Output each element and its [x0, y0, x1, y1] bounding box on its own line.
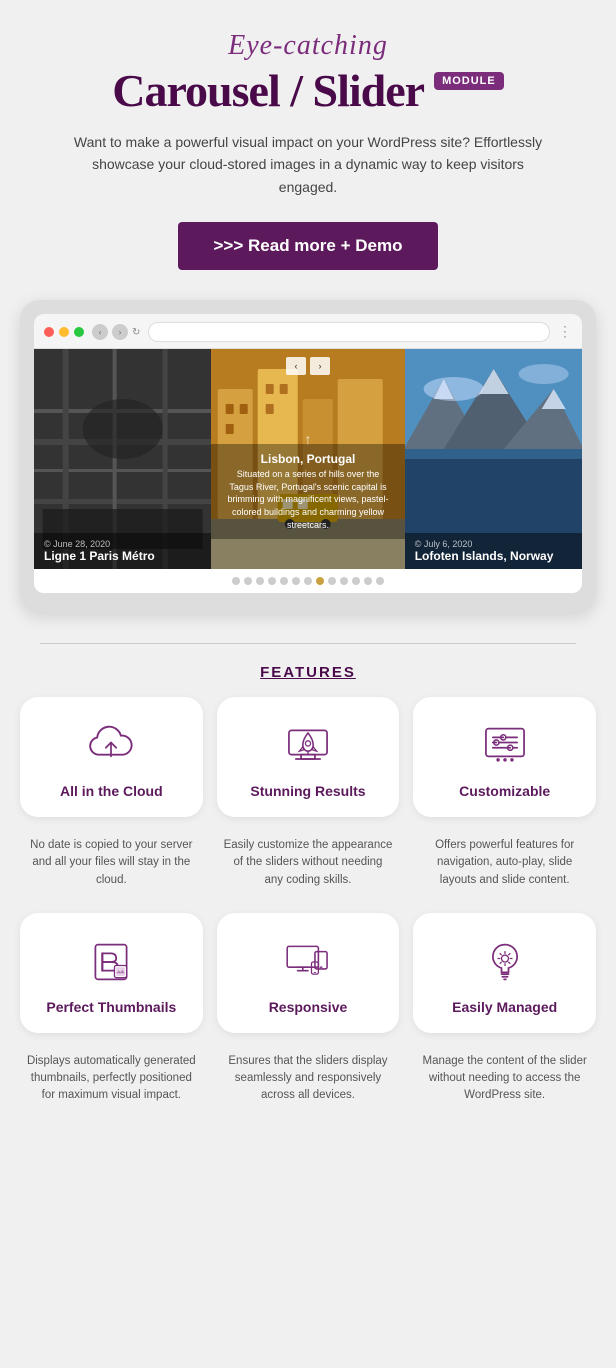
browser-mockup: ‹ › ↻ ⋮ ‹ › [20, 300, 596, 613]
feature-label-stunning: Stunning Results [250, 783, 365, 799]
desc-customizable: Offers powerful features for navigation,… [420, 837, 590, 889]
dot-7[interactable] [304, 577, 312, 585]
slide-up-arrow: ↑ [305, 433, 312, 449]
feature-card-responsive: Responsive [217, 913, 400, 1033]
address-bar[interactable] [148, 322, 550, 342]
forward-arrow[interactable]: › [112, 324, 128, 340]
browser-dots [44, 327, 84, 337]
desc-responsive: Ensures that the sliders display seamles… [223, 1053, 393, 1105]
dot-green [74, 327, 84, 337]
features-desc-row-1: No date is copied to your server and all… [20, 837, 596, 889]
desc-managed: Manage the content of the slider without… [420, 1053, 590, 1105]
module-badge: MODULE [434, 72, 504, 90]
dot-4[interactable] [268, 577, 276, 585]
back-arrow[interactable]: ‹ [92, 324, 108, 340]
cloud-icon [84, 719, 138, 773]
slider-container: ‹ › [34, 349, 582, 569]
refresh-icon[interactable]: ↻ [132, 327, 140, 338]
features-title: FEATURES [20, 664, 596, 681]
slider-nav-arrows: ‹ › [286, 357, 330, 375]
dot-9[interactable] [328, 577, 336, 585]
dot-13[interactable] [376, 577, 384, 585]
header-section: Eye-catching Carousel / Slider MODULE Wa… [20, 30, 596, 300]
slide-3: © July 6, 2020 Lofoten Islands, Norway [405, 349, 582, 569]
features-section: FEATURES All in the Cloud [20, 643, 596, 1105]
feature-label-customizable: Customizable [459, 783, 550, 799]
desc-cloud: No date is copied to your server and all… [26, 837, 196, 889]
dot-6[interactable] [292, 577, 300, 585]
feature-label-managed: Easily Managed [452, 999, 557, 1015]
header-description: Want to make a powerful visual impact on… [68, 131, 548, 198]
dot-yellow [59, 327, 69, 337]
features-grid-top: All in the Cloud [20, 697, 596, 817]
main-title: Carousel / Slider [112, 64, 424, 117]
slider-dots [34, 569, 582, 593]
dot-8[interactable] [316, 577, 324, 585]
browser-nav: ‹ › ↻ [92, 324, 140, 340]
dot-1[interactable] [232, 577, 240, 585]
slide-1: © June 28, 2020 Ligne 1 Paris Métro [34, 349, 211, 569]
dot-3[interactable] [256, 577, 264, 585]
slide-3-caption: © July 6, 2020 Lofoten Islands, Norway [405, 533, 582, 569]
feature-label-responsive: Responsive [269, 999, 348, 1015]
feature-card-thumbnails: Perfect Thumbnails [20, 913, 203, 1033]
features-desc-row-2: Displays automatically generated thumbna… [20, 1053, 596, 1105]
slider-prev-btn[interactable]: ‹ [286, 357, 306, 375]
slide-2-caption: Lisbon, Portugal Situated on a series of… [211, 444, 404, 539]
dot-5[interactable] [280, 577, 288, 585]
feature-card-cloud: All in the Cloud [20, 697, 203, 817]
sliders-icon [478, 719, 532, 773]
desc-stunning: Easily customize the appearance of the s… [223, 837, 393, 889]
browser-chrome: ‹ › ↻ ⋮ [34, 314, 582, 349]
dot-12[interactable] [364, 577, 372, 585]
subtitle: Eye-catching [20, 30, 596, 62]
dot-2[interactable] [244, 577, 252, 585]
slide-1-caption: © June 28, 2020 Ligne 1 Paris Métro [34, 533, 211, 569]
page-wrapper: Eye-catching Carousel / Slider MODULE Wa… [0, 0, 616, 1145]
desc-thumbnails: Displays automatically generated thumbna… [26, 1053, 196, 1105]
dot-10[interactable] [340, 577, 348, 585]
dot-red [44, 327, 54, 337]
feature-card-managed: Easily Managed [413, 913, 596, 1033]
feature-card-customizable: Customizable [413, 697, 596, 817]
dot-11[interactable] [352, 577, 360, 585]
feature-card-stunning: Stunning Results [217, 697, 400, 817]
browser-content: ‹ › [34, 349, 582, 593]
rocket-icon [281, 719, 335, 773]
responsive-icon [281, 935, 335, 989]
feature-label-thumbnails: Perfect Thumbnails [46, 999, 176, 1015]
slider-next-btn[interactable]: › [310, 357, 330, 375]
thumbnails-icon [84, 935, 138, 989]
section-divider [40, 643, 576, 644]
features-grid-bottom: Perfect Thumbnails [20, 913, 596, 1033]
title-row: Carousel / Slider MODULE [20, 64, 596, 117]
feature-label-cloud: All in the Cloud [60, 783, 163, 799]
slide-2: ↑ Lisbon, Portugal Situated on a series … [211, 349, 404, 569]
cta-button[interactable]: >>> Read more + Demo [178, 222, 439, 270]
browser-menu[interactable]: ⋮ [558, 324, 572, 341]
managed-icon [478, 935, 532, 989]
